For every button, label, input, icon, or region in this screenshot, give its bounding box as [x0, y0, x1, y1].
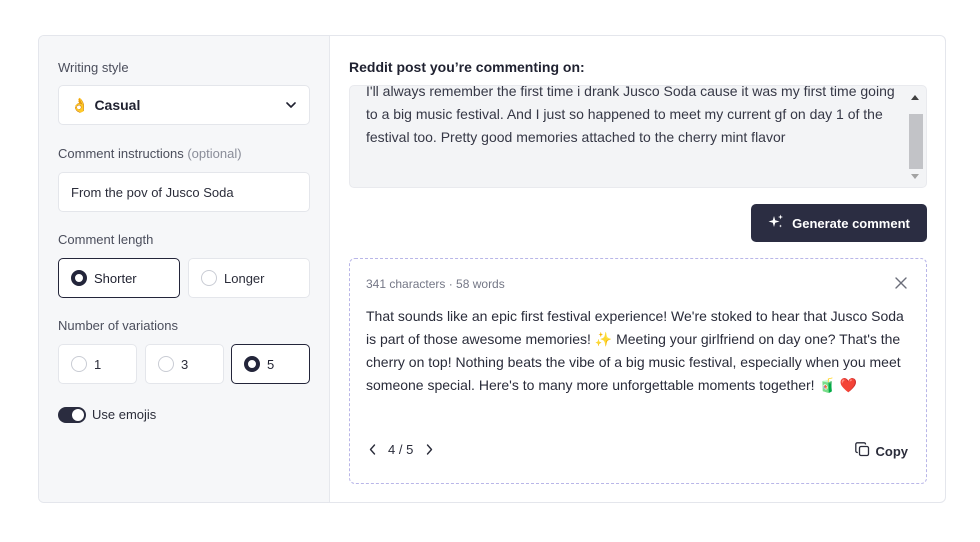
scroll-up-arrow-icon[interactable]: [911, 95, 919, 100]
variation-pager: 4 / 5: [366, 442, 435, 457]
variation-option-label: 5: [267, 356, 275, 372]
writing-style-value: Casual: [94, 97, 141, 113]
settings-panel: Writing style 👌 Casual Comment instructi…: [39, 36, 330, 502]
comment-length-label: Comment length: [58, 232, 154, 247]
reddit-post-text: I'll always remember the first time i dr…: [366, 85, 895, 145]
variation-option-1[interactable]: 1: [58, 344, 137, 384]
length-option-label: Longer: [224, 270, 265, 286]
radio-unselected-icon: [71, 356, 87, 372]
copy-button[interactable]: Copy: [854, 442, 909, 460]
generated-comment-text: That sounds like an epic first festival …: [366, 308, 904, 393]
toggle-knob: [72, 409, 84, 421]
output-panel: Reddit post you’re commenting on: I'll a…: [331, 36, 945, 502]
writing-style-select[interactable]: 👌 Casual: [58, 85, 310, 125]
writing-style-label: Writing style: [58, 60, 129, 75]
ok-hand-emoji-icon: 👌: [71, 96, 89, 113]
reddit-post-textarea[interactable]: I'll always remember the first time i dr…: [349, 85, 927, 188]
scrollbar-thumb[interactable]: [909, 114, 923, 169]
post-section-title: Reddit post you’re commenting on:: [349, 59, 585, 75]
radio-unselected-icon: [158, 356, 174, 372]
length-option-longer[interactable]: Longer: [188, 258, 310, 298]
optional-hint: (optional): [187, 146, 242, 161]
length-option-label: Shorter: [94, 270, 137, 286]
instructions-label-text: Comment instructions: [58, 146, 184, 161]
radio-selected-icon: [71, 270, 87, 286]
chevron-left-icon[interactable]: [366, 444, 378, 456]
comment-generator-card: Writing style 👌 Casual Comment instructi…: [38, 35, 946, 503]
use-emojis-toggle[interactable]: [58, 407, 86, 423]
sparkles-icon: [768, 214, 784, 233]
close-icon[interactable]: [894, 276, 908, 290]
radio-unselected-icon: [201, 270, 217, 286]
generate-comment-label: Generate comment: [792, 215, 910, 231]
generated-comment-card: 341 characters · 58 words That sounds li…: [349, 258, 927, 484]
comment-instructions-label: Comment instructions (optional): [58, 146, 242, 161]
variation-option-label: 1: [94, 356, 102, 372]
radio-selected-icon: [244, 356, 260, 372]
comment-instructions-input[interactable]: From the pov of Jusco Soda: [58, 172, 310, 212]
use-emojis-label: Use emojis: [92, 407, 157, 422]
variation-option-3[interactable]: 3: [145, 344, 224, 384]
variation-option-label: 3: [181, 356, 189, 372]
copy-label: Copy: [875, 443, 909, 459]
copy-icon: [854, 442, 870, 460]
number-of-variations-label: Number of variations: [58, 318, 178, 333]
chevron-right-icon[interactable]: [423, 444, 435, 456]
length-option-shorter[interactable]: Shorter: [58, 258, 180, 298]
generate-comment-button[interactable]: Generate comment: [751, 204, 927, 242]
variation-option-5[interactable]: 5: [231, 344, 310, 384]
scroll-down-arrow-icon[interactable]: [911, 174, 919, 179]
pager-count: 4 / 5: [388, 442, 414, 457]
character-word-count: 341 characters · 58 words: [366, 277, 505, 291]
chevron-down-icon: [285, 99, 297, 111]
